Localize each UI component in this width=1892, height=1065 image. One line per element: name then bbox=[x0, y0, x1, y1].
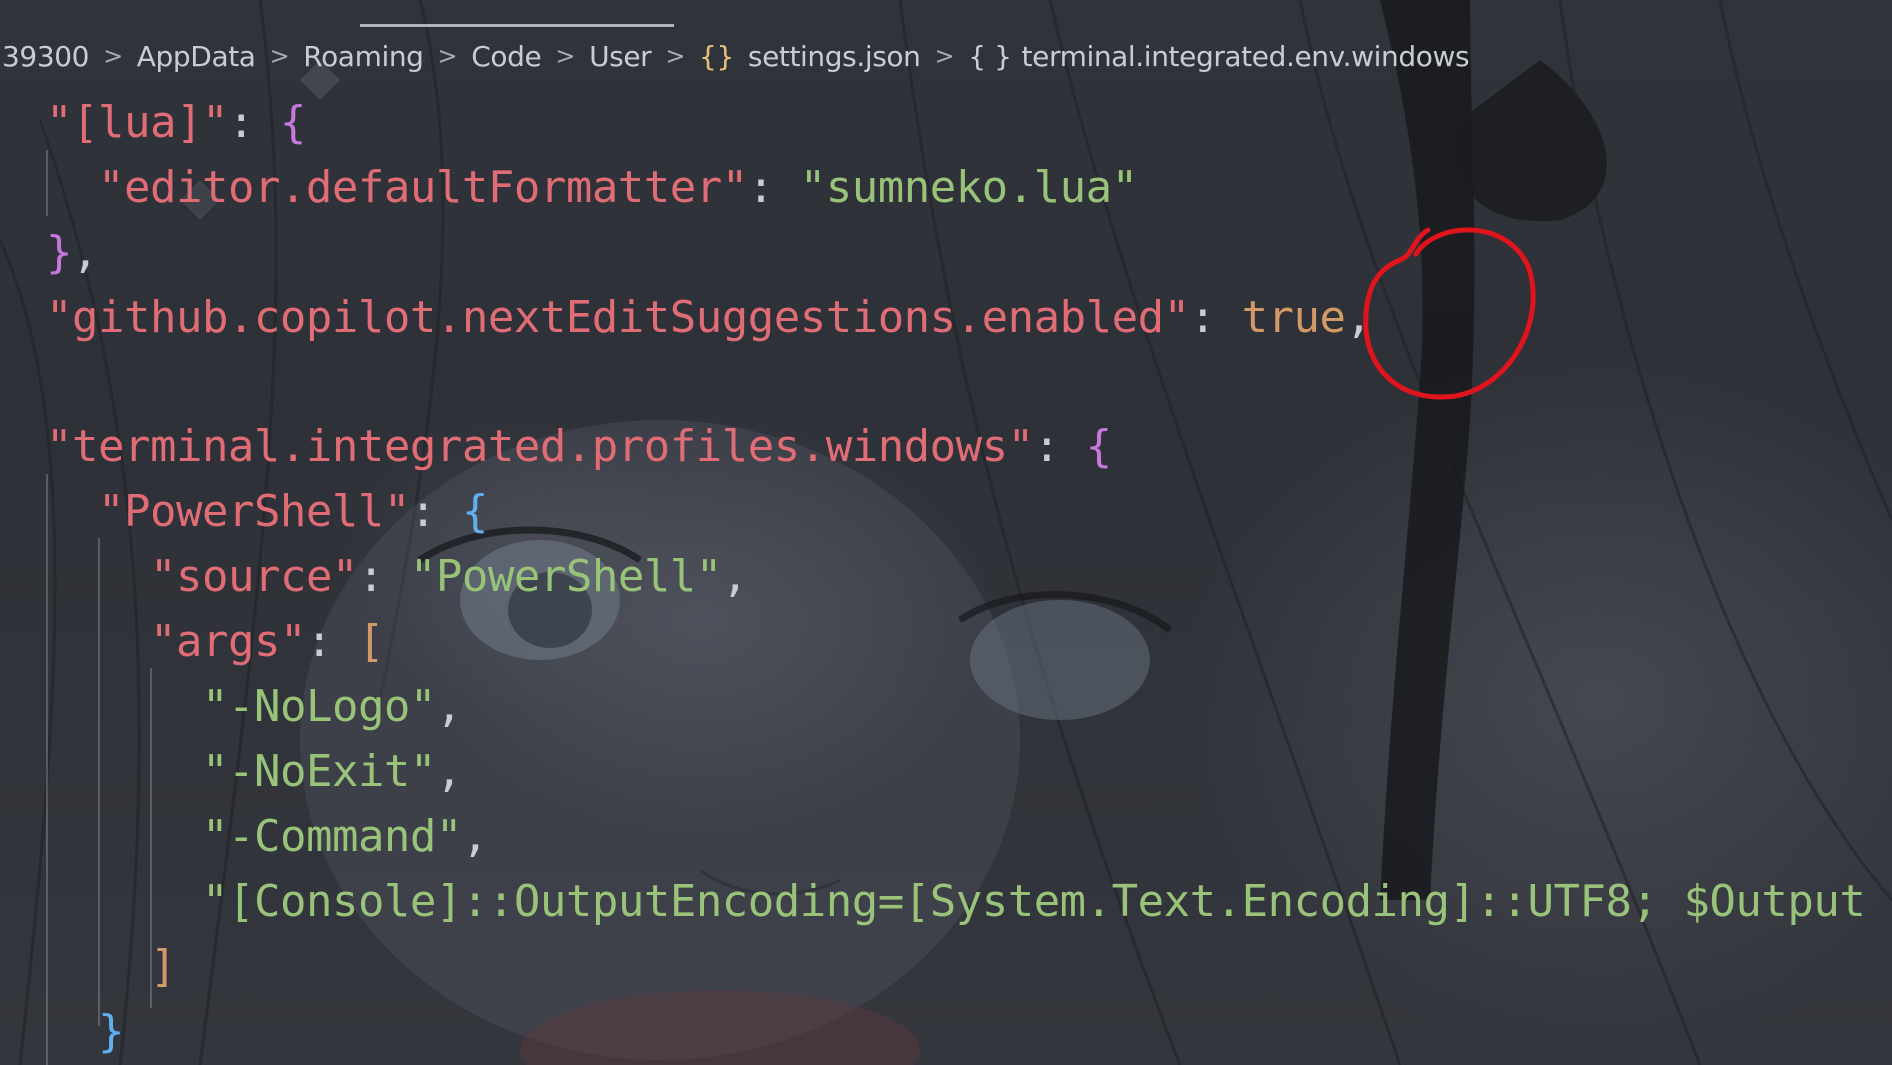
json-colon: : bbox=[227, 97, 280, 148]
json-colon: : bbox=[1189, 292, 1242, 343]
chevron-right-icon: > bbox=[934, 42, 955, 70]
indent-guide bbox=[46, 150, 48, 216]
code-line-13: "[Console]::OutputEncoding=[System.Text.… bbox=[202, 869, 1892, 935]
chevron-right-icon: > bbox=[555, 42, 576, 70]
json-boolean-value: true bbox=[1241, 292, 1346, 343]
editor-window: 39300 > AppData > Roaming > Code > User … bbox=[0, 0, 1892, 1065]
code-line-6: "terminal.integrated.profiles.windows": … bbox=[46, 414, 1112, 480]
code-line-14: ] bbox=[150, 934, 177, 1000]
code-line-1: "[lua]": { bbox=[46, 90, 306, 156]
editor-tab-strip bbox=[0, 0, 1892, 28]
breadcrumb-item-user[interactable]: User bbox=[587, 40, 653, 73]
json-bracket: ] bbox=[150, 941, 177, 992]
breadcrumb-item-appdata[interactable]: AppData bbox=[135, 40, 258, 73]
code-line-12: "-Command", bbox=[202, 804, 488, 870]
json-colon: : bbox=[747, 162, 800, 213]
json-comma: , bbox=[461, 811, 489, 862]
code-line-9: "args": [ bbox=[150, 609, 384, 675]
highlighted-comma: , bbox=[1345, 292, 1373, 343]
code-line-7: "PowerShell": { bbox=[98, 479, 488, 545]
code-line-2: "editor.defaultFormatter": "sumneko.lua" bbox=[98, 155, 1138, 221]
code-line-4: "github.copilot.nextEditSuggestions.enab… bbox=[46, 285, 1372, 351]
json-key: "args" bbox=[150, 616, 306, 667]
breadcrumb-symbol-label: terminal.integrated.env.windows bbox=[1021, 39, 1470, 73]
json-colon: : bbox=[409, 486, 462, 537]
indent-guide bbox=[98, 538, 100, 1026]
code-line-3: }, bbox=[46, 220, 99, 286]
chevron-right-icon: > bbox=[103, 42, 123, 70]
json-comma: , bbox=[435, 681, 463, 732]
json-colon: : bbox=[1033, 421, 1086, 472]
json-key: "PowerShell" bbox=[98, 486, 410, 537]
json-string-value: "PowerShell" bbox=[409, 551, 722, 602]
code-line-15: } bbox=[98, 999, 125, 1065]
json-comma: , bbox=[721, 551, 749, 602]
code-editor[interactable]: "[lua]": { "editor.defaultFormatter": "s… bbox=[0, 90, 1892, 1065]
json-bracket: [ bbox=[357, 616, 385, 667]
breadcrumb: 39300 > AppData > Roaming > Code > User … bbox=[0, 36, 1471, 76]
json-string-value: "-NoLogo" bbox=[202, 681, 436, 732]
breadcrumb-item-symbol[interactable]: { } terminal.integrated.env.windows bbox=[966, 40, 1471, 73]
json-key: "[lua]" bbox=[46, 97, 228, 148]
json-brace: { bbox=[461, 486, 489, 537]
json-brace: { bbox=[279, 97, 307, 148]
json-string-value: "-NoExit" bbox=[202, 746, 436, 797]
chevron-right-icon: > bbox=[269, 42, 290, 70]
breadcrumb-item-file[interactable]: {} settings.json bbox=[697, 40, 922, 73]
breadcrumb-file-label: settings.json bbox=[747, 39, 921, 73]
chevron-right-icon: > bbox=[665, 42, 686, 70]
json-file-icon: {} bbox=[699, 39, 734, 73]
json-string-value: "[Console]::OutputEncoding=[System.Text.… bbox=[202, 876, 1866, 927]
json-brace: } bbox=[98, 1006, 125, 1057]
json-key: "terminal.integrated.profiles.windows" bbox=[46, 421, 1034, 472]
code-line-11: "-NoExit", bbox=[202, 739, 462, 805]
code-line-8: "source": "PowerShell", bbox=[150, 544, 748, 610]
json-comma: , bbox=[72, 227, 99, 278]
breadcrumb-item-39300[interactable]: 39300 bbox=[0, 40, 91, 73]
active-tab-indicator bbox=[360, 24, 674, 27]
chevron-right-icon: > bbox=[437, 42, 458, 70]
json-colon: : bbox=[357, 551, 410, 602]
json-key: "github.copilot.nextEditSuggestions.enab… bbox=[46, 292, 1190, 343]
breadcrumb-item-code[interactable]: Code bbox=[469, 40, 543, 73]
json-key: "editor.defaultFormatter" bbox=[98, 162, 748, 213]
indent-guide bbox=[46, 474, 48, 1065]
object-symbol-icon: { } bbox=[968, 39, 1012, 73]
json-string-value: "sumneko.lua" bbox=[799, 162, 1138, 213]
code-line-10: "-NoLogo", bbox=[202, 674, 462, 740]
breadcrumb-item-roaming[interactable]: Roaming bbox=[301, 40, 425, 73]
json-colon: : bbox=[305, 616, 358, 667]
json-comma: , bbox=[435, 746, 463, 797]
json-brace: { bbox=[1085, 421, 1113, 472]
json-key: "source" bbox=[150, 551, 358, 602]
json-brace: } bbox=[46, 227, 73, 278]
json-string-value: "-Command" bbox=[202, 811, 462, 862]
